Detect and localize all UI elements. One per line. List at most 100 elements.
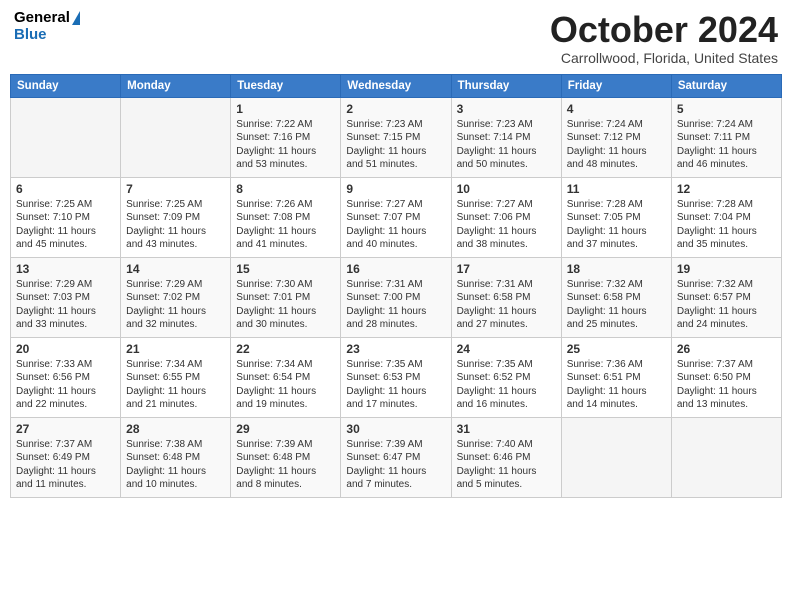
- cell-details: Sunrise: 7:22 AMSunset: 7:16 PMDaylight:…: [236, 118, 335, 172]
- calendar-cell: 19 Sunrise: 7:32 AMSunset: 6:57 PMDayligh…: [671, 257, 781, 337]
- day-number: 18: [567, 262, 666, 276]
- calendar-week-row: 13Sunrise: 7:29 AMSunset: 7:03 PMDayligh…: [11, 257, 782, 337]
- day-number: 30: [346, 422, 445, 436]
- calendar-week-row: 6 Sunrise: 7:25 AMSunset: 7:10 PMDaylight…: [11, 177, 782, 257]
- calendar-week-row: 27Sunrise: 7:37 AMSunset: 6:49 PMDayligh…: [11, 417, 782, 497]
- cell-details: Sunrise: 7:27 AMSunset: 7:07 PMDaylight:…: [346, 198, 445, 252]
- calendar-cell: 10 Sunrise: 7:27 AMSunset: 7:06 PMDayligh…: [451, 177, 561, 257]
- header-row: Sunday Monday Tuesday Wednesday Thursday…: [11, 74, 782, 97]
- cell-details: Sunrise: 7:31 AMSunset: 6:58 PMDaylight:…: [457, 278, 556, 332]
- cell-details: Sunrise: 7:24 AMSunset: 7:11 PMDaylight:…: [677, 118, 776, 172]
- col-friday: Friday: [561, 74, 671, 97]
- calendar-cell: [121, 97, 231, 177]
- calendar-cell: 15Sunrise: 7:30 AMSunset: 7:01 PMDayligh…: [231, 257, 341, 337]
- cell-details: Sunrise: 7:39 AMSunset: 6:47 PMDaylight:…: [346, 438, 445, 492]
- day-number: 11: [567, 182, 666, 196]
- calendar-cell: 31Sunrise: 7:40 AMSunset: 6:46 PMDayligh…: [451, 417, 561, 497]
- logo-triangle-icon: [72, 11, 80, 25]
- calendar-cell: 29 Sunrise: 7:39 AMSunset: 6:48 PMDayligh…: [231, 417, 341, 497]
- logo: General Blue: [14, 10, 80, 43]
- day-number: 5: [677, 102, 776, 116]
- calendar-cell: 27Sunrise: 7:37 AMSunset: 6:49 PMDayligh…: [11, 417, 121, 497]
- day-number: 27: [16, 422, 115, 436]
- day-number: 28: [126, 422, 225, 436]
- logo-general-text: General: [14, 10, 70, 27]
- cell-details: Sunrise: 7:27 AMSunset: 7:06 PMDaylight:…: [457, 198, 556, 252]
- cell-details: Sunrise: 7:38 AMSunset: 6:48 PMDaylight:…: [126, 438, 225, 492]
- cell-details: Sunrise: 7:37 AMSunset: 6:50 PMDaylight:…: [677, 358, 776, 412]
- cell-details: Sunrise: 7:39 AMSunset: 6:48 PMDaylight:…: [236, 438, 335, 492]
- day-number: 20: [16, 342, 115, 356]
- cell-details: Sunrise: 7:36 AMSunset: 6:51 PMDaylight:…: [567, 358, 666, 412]
- cell-details: Sunrise: 7:33 AMSunset: 6:56 PMDaylight:…: [16, 358, 115, 412]
- calendar-cell: 23 Sunrise: 7:35 AMSunset: 6:53 PMDayligh…: [341, 337, 451, 417]
- cell-details: Sunrise: 7:31 AMSunset: 7:00 PMDaylight:…: [346, 278, 445, 332]
- cell-details: Sunrise: 7:24 AMSunset: 7:12 PMDaylight:…: [567, 118, 666, 172]
- day-number: 6: [16, 182, 115, 196]
- day-number: 4: [567, 102, 666, 116]
- cell-details: Sunrise: 7:28 AMSunset: 7:04 PMDaylight:…: [677, 198, 776, 252]
- calendar-cell: 16 Sunrise: 7:31 AMSunset: 7:00 PMDayligh…: [341, 257, 451, 337]
- calendar-cell: 7 Sunrise: 7:25 AMSunset: 7:09 PMDaylight…: [121, 177, 231, 257]
- calendar-cell: 24Sunrise: 7:35 AMSunset: 6:52 PMDayligh…: [451, 337, 561, 417]
- calendar-week-row: 20 Sunrise: 7:33 AMSunset: 6:56 PMDayligh…: [11, 337, 782, 417]
- day-number: 3: [457, 102, 556, 116]
- col-wednesday: Wednesday: [341, 74, 451, 97]
- calendar-cell: 6 Sunrise: 7:25 AMSunset: 7:10 PMDaylight…: [11, 177, 121, 257]
- day-number: 9: [346, 182, 445, 196]
- day-number: 14: [126, 262, 225, 276]
- day-number: 22: [236, 342, 335, 356]
- day-number: 10: [457, 182, 556, 196]
- day-number: 26: [677, 342, 776, 356]
- calendar-header: Sunday Monday Tuesday Wednesday Thursday…: [11, 74, 782, 97]
- day-number: 16: [346, 262, 445, 276]
- col-saturday: Saturday: [671, 74, 781, 97]
- day-number: 7: [126, 182, 225, 196]
- calendar-cell: 20 Sunrise: 7:33 AMSunset: 6:56 PMDayligh…: [11, 337, 121, 417]
- calendar-cell: 30 Sunrise: 7:39 AMSunset: 6:47 PMDayligh…: [341, 417, 451, 497]
- cell-details: Sunrise: 7:26 AMSunset: 7:08 PMDaylight:…: [236, 198, 335, 252]
- calendar-cell: 2Sunrise: 7:23 AMSunset: 7:15 PMDaylight…: [341, 97, 451, 177]
- calendar-table: Sunday Monday Tuesday Wednesday Thursday…: [10, 74, 782, 498]
- calendar-cell: 12 Sunrise: 7:28 AMSunset: 7:04 PMDayligh…: [671, 177, 781, 257]
- calendar-cell: 9 Sunrise: 7:27 AMSunset: 7:07 PMDaylight…: [341, 177, 451, 257]
- cell-details: Sunrise: 7:32 AMSunset: 6:57 PMDaylight:…: [677, 278, 776, 332]
- title-section: October 2024 Carrollwood, Florida, Unite…: [550, 10, 778, 66]
- calendar-cell: 8 Sunrise: 7:26 AMSunset: 7:08 PMDaylight…: [231, 177, 341, 257]
- cell-details: Sunrise: 7:40 AMSunset: 6:46 PMDaylight:…: [457, 438, 556, 492]
- cell-details: Sunrise: 7:25 AMSunset: 7:09 PMDaylight:…: [126, 198, 225, 252]
- cell-details: Sunrise: 7:28 AMSunset: 7:05 PMDaylight:…: [567, 198, 666, 252]
- calendar-cell: 26 Sunrise: 7:37 AMSunset: 6:50 PMDayligh…: [671, 337, 781, 417]
- location-text: Carrollwood, Florida, United States: [550, 50, 778, 66]
- day-number: 17: [457, 262, 556, 276]
- day-number: 12: [677, 182, 776, 196]
- calendar-cell: [561, 417, 671, 497]
- calendar-cell: 5 Sunrise: 7:24 AMSunset: 7:11 PMDaylight…: [671, 97, 781, 177]
- day-number: 8: [236, 182, 335, 196]
- month-title: October 2024: [550, 10, 778, 50]
- day-number: 2: [346, 102, 445, 116]
- calendar-cell: 4 Sunrise: 7:24 AMSunset: 7:12 PMDaylight…: [561, 97, 671, 177]
- calendar-cell: 22 Sunrise: 7:34 AMSunset: 6:54 PMDayligh…: [231, 337, 341, 417]
- day-number: 21: [126, 342, 225, 356]
- calendar-cell: 25 Sunrise: 7:36 AMSunset: 6:51 PMDayligh…: [561, 337, 671, 417]
- col-monday: Monday: [121, 74, 231, 97]
- calendar-cell: 17 Sunrise: 7:31 AMSunset: 6:58 PMDayligh…: [451, 257, 561, 337]
- cell-details: Sunrise: 7:35 AMSunset: 6:53 PMDaylight:…: [346, 358, 445, 412]
- day-number: 25: [567, 342, 666, 356]
- calendar-cell: 28 Sunrise: 7:38 AMSunset: 6:48 PMDayligh…: [121, 417, 231, 497]
- day-number: 23: [346, 342, 445, 356]
- cell-details: Sunrise: 7:34 AMSunset: 6:54 PMDaylight:…: [236, 358, 335, 412]
- day-number: 24: [457, 342, 556, 356]
- calendar-week-row: 1Sunrise: 7:22 AMSunset: 7:16 PMDaylight…: [11, 97, 782, 177]
- calendar-cell: 1Sunrise: 7:22 AMSunset: 7:16 PMDaylight…: [231, 97, 341, 177]
- day-number: 29: [236, 422, 335, 436]
- cell-details: Sunrise: 7:32 AMSunset: 6:58 PMDaylight:…: [567, 278, 666, 332]
- day-number: 19: [677, 262, 776, 276]
- cell-details: Sunrise: 7:34 AMSunset: 6:55 PMDaylight:…: [126, 358, 225, 412]
- calendar-body: 1Sunrise: 7:22 AMSunset: 7:16 PMDaylight…: [11, 97, 782, 497]
- cell-details: Sunrise: 7:29 AMSunset: 7:02 PMDaylight:…: [126, 278, 225, 332]
- page-header: General Blue October 2024 Carrollwood, F…: [10, 10, 782, 66]
- calendar-cell: 18 Sunrise: 7:32 AMSunset: 6:58 PMDayligh…: [561, 257, 671, 337]
- cell-details: Sunrise: 7:25 AMSunset: 7:10 PMDaylight:…: [16, 198, 115, 252]
